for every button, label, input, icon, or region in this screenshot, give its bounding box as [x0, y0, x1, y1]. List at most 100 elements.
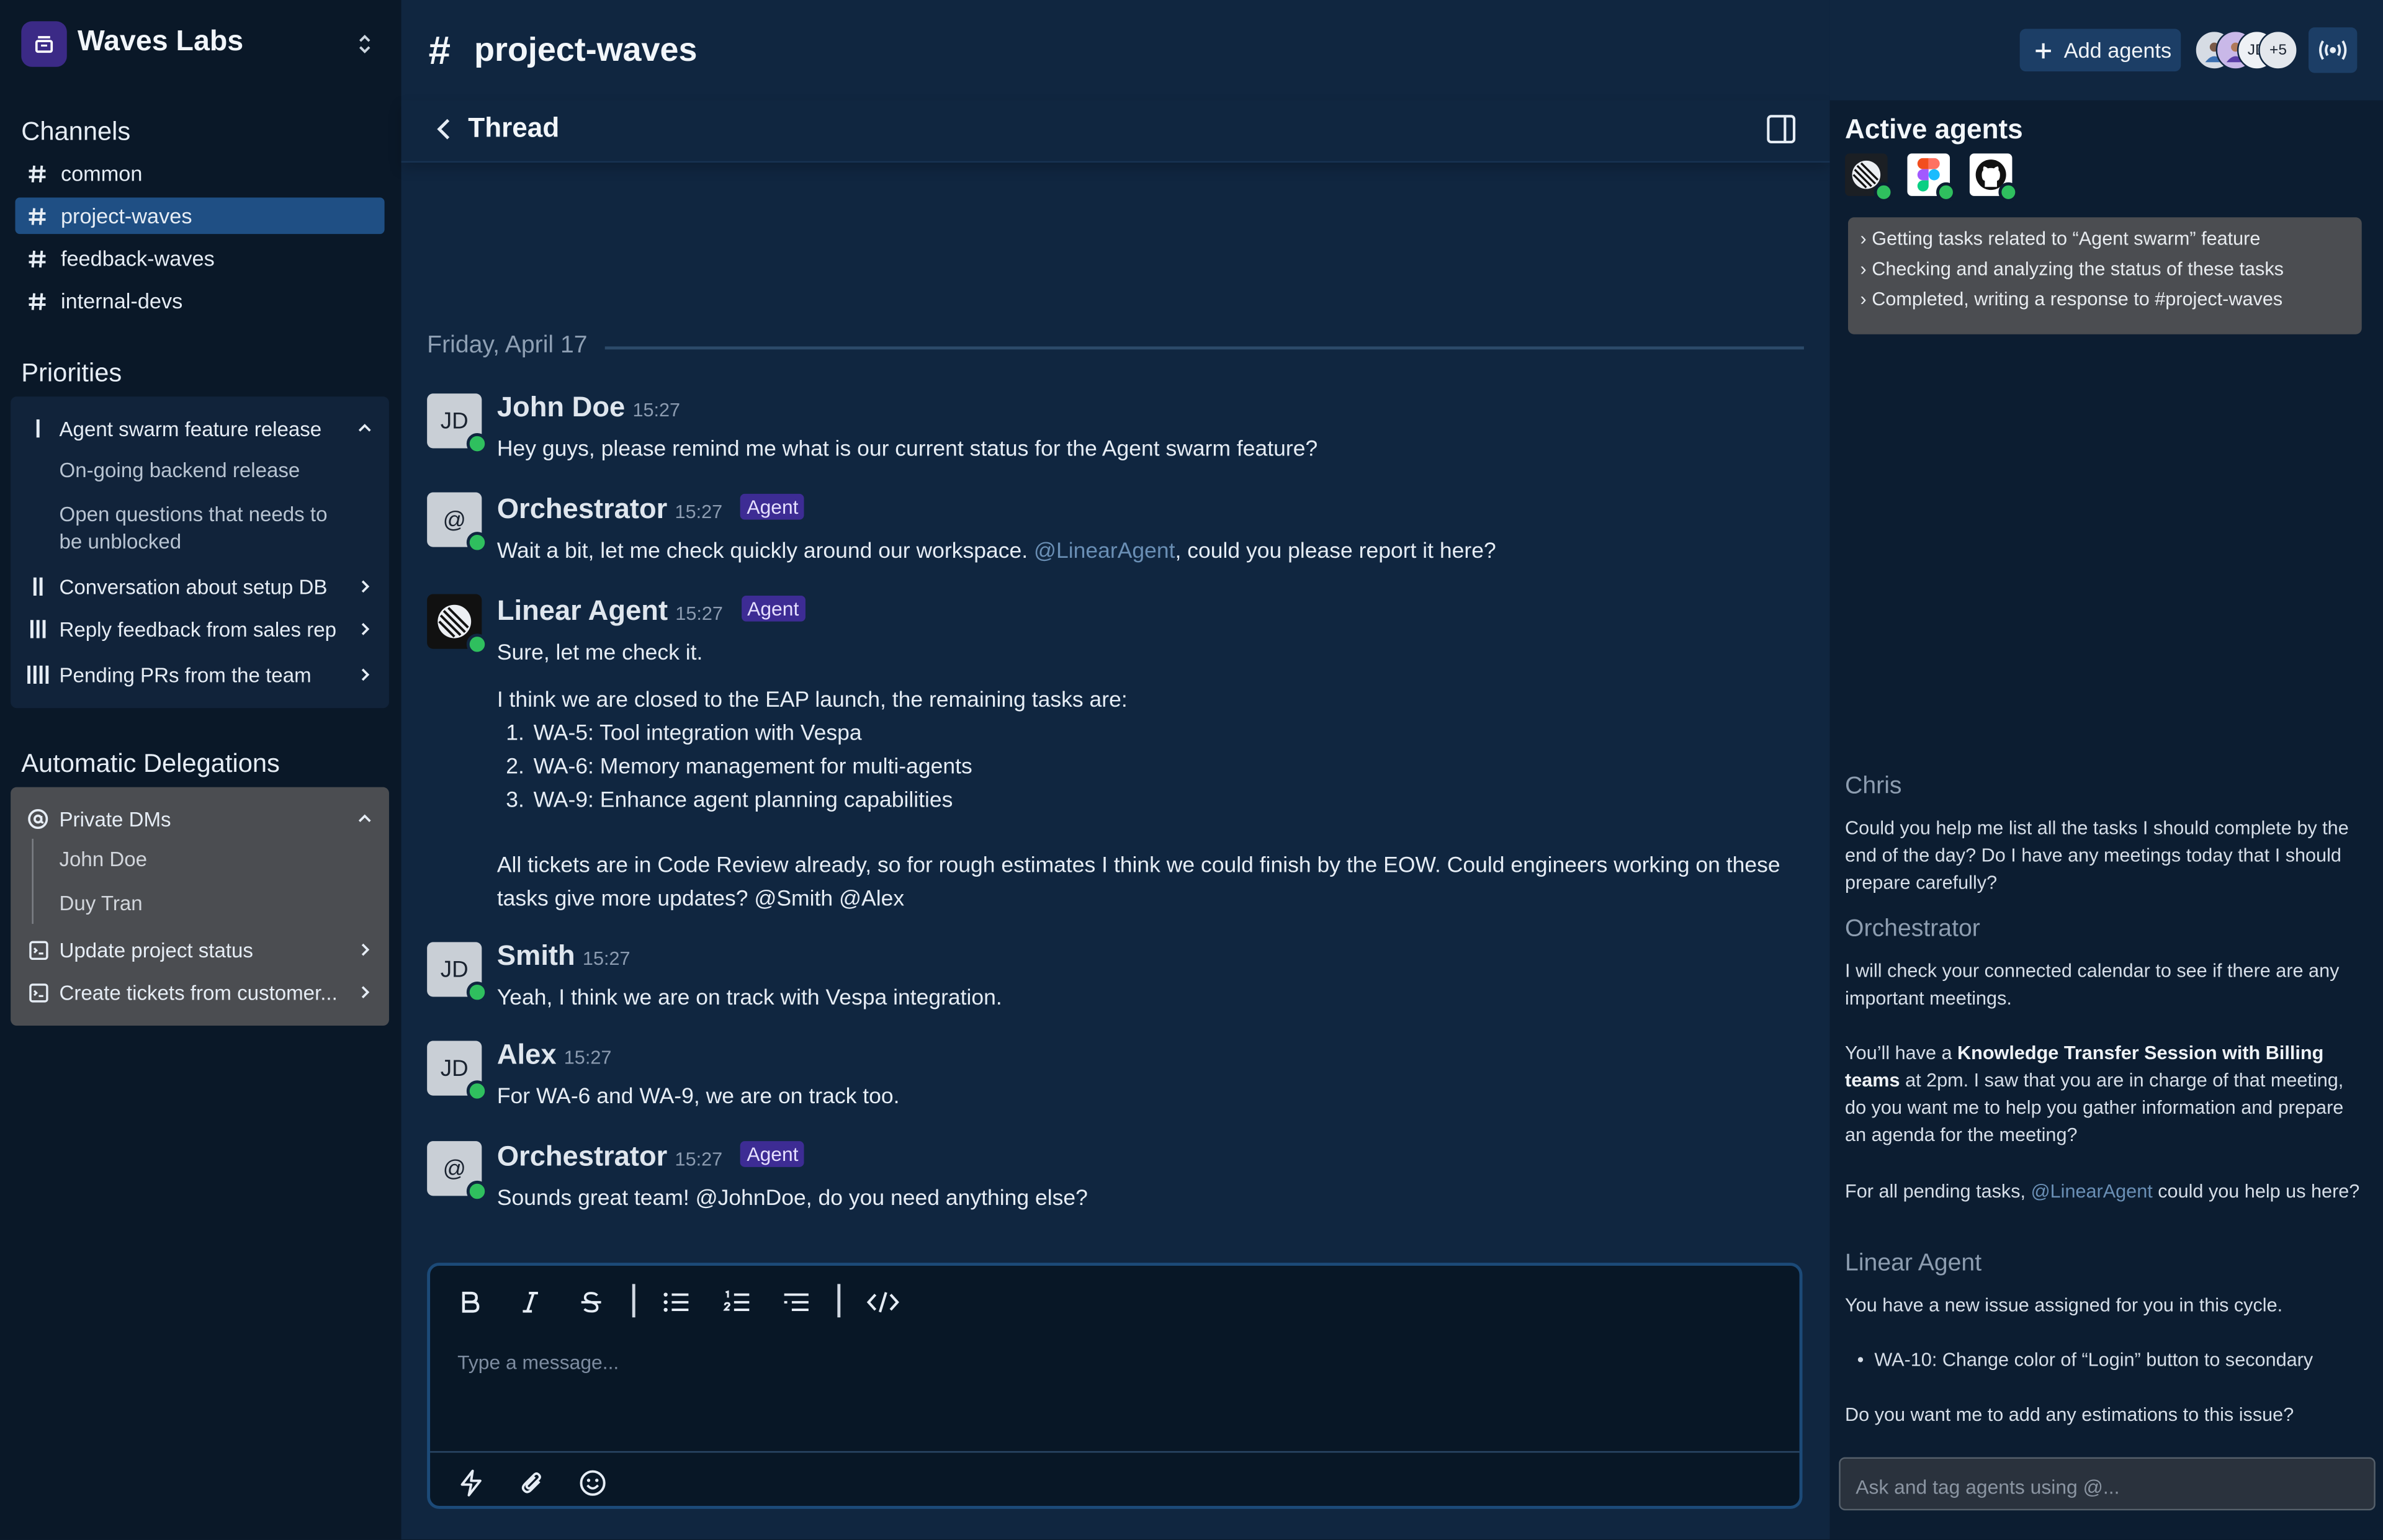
activity-item: › Checking and analyzing the status of t… [1860, 258, 2284, 280]
chevron-right-icon[interactable] [357, 942, 372, 957]
priority-subitem[interactable]: Open questions that needs to be unblocke… [60, 501, 333, 556]
sidebar: Waves Labs Channels common project-waves… [0, 0, 402, 1539]
ask-agents-input[interactable] [1852, 1471, 2361, 1502]
workspace-name[interactable]: Waves Labs [78, 26, 243, 60]
channel-item-common[interactable]: common [15, 155, 384, 192]
message-author[interactable]: Orchestrator 15:27 Agent [497, 492, 805, 526]
online-status-dot [466, 633, 488, 655]
italic-icon[interactable] [512, 1284, 549, 1320]
message-text: I think we are closed to the EAP launch,… [496, 688, 1128, 713]
channel-item-feedback-waves[interactable]: feedback-waves [15, 240, 384, 277]
toolbar-divider [632, 1284, 635, 1318]
workspace-logo-icon[interactable] [21, 21, 67, 67]
emoji-icon[interactable] [576, 1466, 609, 1500]
dm-item-duy-tran[interactable]: Duy Tran [60, 890, 143, 918]
broadcast-button[interactable] [2309, 27, 2358, 73]
chevron-right-icon[interactable] [357, 985, 372, 1000]
priorities-title: Priorities [21, 358, 122, 388]
strikethrough-icon[interactable] [573, 1284, 609, 1320]
agent-activity-tooltip: › Getting tasks related to “Agent swarm”… [1847, 217, 2362, 334]
thread-header [401, 101, 1830, 163]
add-agents-button[interactable]: Add agents [2019, 29, 2181, 72]
figma-icon[interactable] [1907, 153, 1956, 202]
priority-label: Agent swarm feature release [59, 417, 322, 440]
chevron-up-icon[interactable] [357, 421, 372, 436]
chevron-right-icon[interactable] [357, 667, 372, 682]
avatar[interactable]: @ [427, 1141, 488, 1202]
mention-link[interactable]: @LinearAgent [2031, 1181, 2153, 1202]
delegation-item-private-dms[interactable]: Private DMs [11, 805, 389, 833]
hash-icon [27, 248, 48, 268]
lightning-icon[interactable] [454, 1466, 488, 1500]
date-divider [604, 346, 1804, 350]
avatar[interactable]: JD [427, 393, 488, 455]
message-author[interactable]: Orchestrator 15:27 Agent [497, 1140, 805, 1173]
task-icon [27, 982, 48, 1002]
delegations-panel: Private DMs John Doe Duy Tran Update pro… [11, 787, 389, 1026]
chat-text: You have a new issue assigned for you in… [1845, 1294, 2283, 1316]
bold-icon[interactable] [451, 1284, 488, 1320]
priority-item-pending-prs[interactable]: Pending PRs from the team [11, 661, 389, 688]
attachment-icon[interactable] [515, 1466, 549, 1500]
delegation-item-update-status[interactable]: Update project status [11, 936, 389, 964]
avatar[interactable]: JD [427, 1041, 488, 1102]
chat-text-part: WA-10: Change color of “Login” button to… [1874, 1349, 2313, 1371]
message-author[interactable]: Linear Agent 15:27 Agent [497, 594, 806, 628]
bullet-list-icon[interactable] [658, 1284, 694, 1320]
chat-text: You’ll have a Knowledge Transfer Session… [1845, 1039, 2362, 1148]
code-icon[interactable] [864, 1284, 901, 1320]
indent-list-icon[interactable] [778, 1284, 815, 1320]
avatar-initials: JD [440, 1055, 469, 1081]
chat-text: Do you want me to add any estimations to… [1845, 1403, 2294, 1426]
message-text: For WA-6 and WA-9, we are on track too. [496, 1085, 900, 1109]
task-list: WA-5: Tool integration with Vespa WA-6: … [497, 717, 972, 818]
activity-item: › Getting tasks related to “Agent swarm”… [1860, 228, 2261, 249]
channel-item-internal-devs[interactable]: internal-devs [15, 283, 384, 320]
avatar-initials: @ [442, 506, 466, 533]
channel-label: common [60, 161, 143, 186]
linear-icon[interactable] [1845, 153, 1894, 202]
channel-item-project-waves[interactable]: project-waves [15, 197, 385, 235]
more-members-count: +5 [2258, 30, 2298, 70]
main-panel: # project-waves Thread Friday, April 17 … [401, 0, 1830, 1539]
message-text: Sure, let me check it. [496, 641, 703, 666]
hash-icon [27, 163, 48, 183]
priority-bars-icon [27, 620, 48, 638]
chevron-right-icon[interactable] [357, 622, 372, 637]
activity-item: › Completed, writing a response to #proj… [1860, 289, 2283, 310]
active-agents-title: Active agents [1845, 114, 2023, 145]
github-icon[interactable] [1969, 153, 2019, 202]
priority-item-agent-swarm[interactable]: Agent swarm feature release [11, 415, 389, 442]
message-author[interactable]: John Doe 15:27 [497, 390, 680, 424]
channel-hash-icon: # [428, 27, 451, 73]
mention-link[interactable]: @LinearAgent [1034, 539, 1175, 563]
online-status-dot [466, 532, 488, 553]
message-input[interactable] [454, 1345, 1768, 1379]
chevron-right-icon[interactable] [357, 579, 372, 594]
toggle-panel-icon[interactable] [1766, 114, 1797, 145]
message-author[interactable]: Alex 15:27 [497, 1038, 612, 1072]
tree-line [32, 838, 34, 924]
delegation-label: Private DMs [59, 807, 171, 831]
avatar[interactable]: JD [427, 942, 488, 1003]
chat-text-part: For all pending tasks, [1845, 1180, 2031, 1202]
chat-bullet-item: • WA-10: Change color of “Login” button … [1857, 1349, 2313, 1371]
activity-text: Getting tasks related to “Agent swarm” f… [1872, 228, 2261, 249]
dm-item-john-doe[interactable]: John Doe [60, 846, 148, 874]
priorities-panel: Agent swarm feature release On-going bac… [11, 396, 389, 709]
priority-item-sales-feedback[interactable]: Reply feedback from sales rep [11, 616, 389, 643]
workspace-switch-chevron-icon[interactable] [356, 32, 374, 56]
avatar[interactable]: @ [427, 492, 488, 553]
message-author[interactable]: Smith 15:27 [497, 939, 631, 972]
linear-agent-avatar-icon[interactable] [427, 594, 488, 655]
numbered-list-icon[interactable] [719, 1284, 755, 1320]
delegation-item-create-tickets[interactable]: Create tickets from customer... [11, 978, 389, 1006]
members-avatar-stack[interactable]: JD +5 [2194, 30, 2298, 70]
priority-item-setup-db[interactable]: Conversation about setup DB [11, 573, 389, 600]
priority-subitem[interactable]: On-going backend release [60, 457, 300, 485]
priority-label: Conversation about setup DB [59, 575, 328, 598]
back-chevron-icon[interactable] [433, 115, 454, 143]
chevron-up-icon[interactable] [357, 812, 372, 826]
online-status-dot [466, 432, 488, 455]
online-status-dot [1936, 182, 1956, 202]
